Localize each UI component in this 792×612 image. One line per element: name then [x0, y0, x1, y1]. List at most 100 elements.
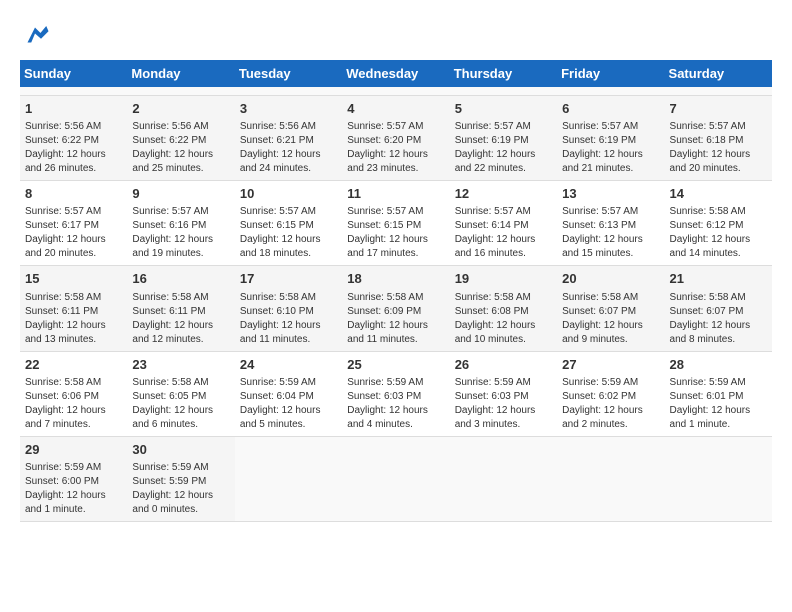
day-number: 27 [562, 356, 659, 374]
day-cell: 29 Sunrise: 5:59 AM Sunset: 6:00 PM Dayli… [20, 436, 127, 521]
day-number: 21 [670, 270, 767, 288]
day-cell [557, 436, 664, 521]
week-row-3: 8 Sunrise: 5:57 AM Sunset: 6:17 PM Daylig… [20, 181, 772, 266]
day-cell: 17Sunrise: 5:58 AM Sunset: 6:10 PM Dayli… [235, 266, 342, 351]
day-cell: 8 Sunrise: 5:57 AM Sunset: 6:17 PM Daylig… [20, 181, 127, 266]
day-cell: 2 Sunrise: 5:56 AM Sunset: 6:22 PM Daylig… [127, 96, 234, 181]
day-info: Sunrise: 5:57 AM Sunset: 6:18 PM Dayligh… [670, 120, 767, 176]
day-cell: 25Sunrise: 5:59 AM Sunset: 6:03 PM Dayli… [342, 351, 449, 436]
day-header-wednesday: Wednesday [342, 60, 449, 87]
day-cell [235, 87, 342, 96]
day-cell: 27 Sunrise: 5:59 AM Sunset: 6:02 PM Dayli… [557, 351, 664, 436]
day-number: 7 [670, 100, 767, 118]
week-row-2: 1 Sunrise: 5:56 AM Sunset: 6:22 PM Daylig… [20, 96, 772, 181]
day-number: 26 [455, 356, 552, 374]
day-cell [557, 87, 664, 96]
day-info: Sunrise: 5:58 AM Sunset: 6:11 PM Dayligh… [132, 291, 229, 347]
day-header-thursday: Thursday [450, 60, 557, 87]
day-number: 23 [132, 356, 229, 374]
day-header-saturday: Saturday [665, 60, 772, 87]
day-number: 15 [25, 270, 122, 288]
day-info: Sunrise: 5:59 AM Sunset: 6:02 PM Dayligh… [562, 376, 659, 432]
day-cell: 24Sunrise: 5:59 AM Sunset: 6:04 PM Dayli… [235, 351, 342, 436]
day-header-tuesday: Tuesday [235, 60, 342, 87]
day-cell: 15 Sunrise: 5:58 AM Sunset: 6:11 PM Dayli… [20, 266, 127, 351]
day-number: 8 [25, 185, 122, 203]
week-row-5: 22 Sunrise: 5:58 AM Sunset: 6:06 PM Dayli… [20, 351, 772, 436]
day-cell: 28 Sunrise: 5:59 AM Sunset: 6:01 PM Dayli… [665, 351, 772, 436]
day-number: 10 [240, 185, 337, 203]
day-info: Sunrise: 5:57 AM Sunset: 6:13 PM Dayligh… [562, 205, 659, 261]
logo-icon [20, 20, 50, 50]
day-info: Sunrise: 5:59 AM Sunset: 5:59 PM Dayligh… [132, 461, 229, 517]
day-header-sunday: Sunday [20, 60, 127, 87]
day-cell [127, 87, 234, 96]
day-info: Sunrise: 5:56 AM Sunset: 6:22 PM Dayligh… [132, 120, 229, 176]
day-cell [450, 87, 557, 96]
day-info: Sunrise: 5:59 AM Sunset: 6:03 PM Dayligh… [455, 376, 552, 432]
day-number: 18 [347, 270, 444, 288]
day-info: Sunrise: 5:58 AM Sunset: 6:06 PM Dayligh… [25, 376, 122, 432]
day-info: Sunrise: 5:57 AM Sunset: 6:15 PM Dayligh… [347, 205, 444, 261]
day-number: 20 [562, 270, 659, 288]
day-info: Sunrise: 5:58 AM Sunset: 6:08 PM Dayligh… [455, 291, 552, 347]
day-number: 19 [455, 270, 552, 288]
logo [20, 20, 54, 50]
day-info: Sunrise: 5:57 AM Sunset: 6:14 PM Dayligh… [455, 205, 552, 261]
day-info: Sunrise: 5:58 AM Sunset: 6:05 PM Dayligh… [132, 376, 229, 432]
week-row-1 [20, 87, 772, 96]
day-info: Sunrise: 5:58 AM Sunset: 6:11 PM Dayligh… [25, 291, 122, 347]
day-number: 25 [347, 356, 444, 374]
day-cell: 6 Sunrise: 5:57 AM Sunset: 6:19 PM Daylig… [557, 96, 664, 181]
day-number: 3 [240, 100, 337, 118]
day-cell [342, 436, 449, 521]
day-number: 1 [25, 100, 122, 118]
day-cell: 4 Sunrise: 5:57 AM Sunset: 6:20 PM Daylig… [342, 96, 449, 181]
day-cell [450, 436, 557, 521]
day-info: Sunrise: 5:57 AM Sunset: 6:19 PM Dayligh… [562, 120, 659, 176]
day-number: 30 [132, 441, 229, 459]
day-cell: 16 Sunrise: 5:58 AM Sunset: 6:11 PM Dayli… [127, 266, 234, 351]
day-cell: 1 Sunrise: 5:56 AM Sunset: 6:22 PM Daylig… [20, 96, 127, 181]
day-number: 12 [455, 185, 552, 203]
day-cell: 5Sunrise: 5:57 AM Sunset: 6:19 PM Daylig… [450, 96, 557, 181]
day-info: Sunrise: 5:57 AM Sunset: 6:16 PM Dayligh… [132, 205, 229, 261]
day-number: 17 [240, 270, 337, 288]
header [20, 20, 772, 50]
day-cell [665, 87, 772, 96]
day-header-friday: Friday [557, 60, 664, 87]
day-number: 11 [347, 185, 444, 203]
day-info: Sunrise: 5:59 AM Sunset: 6:01 PM Dayligh… [670, 376, 767, 432]
day-info: Sunrise: 5:57 AM Sunset: 6:15 PM Dayligh… [240, 205, 337, 261]
day-cell: 14Sunrise: 5:58 AM Sunset: 6:12 PM Dayli… [665, 181, 772, 266]
day-number: 28 [670, 356, 767, 374]
day-number: 13 [562, 185, 659, 203]
day-number: 6 [562, 100, 659, 118]
day-cell: 30 Sunrise: 5:59 AM Sunset: 5:59 PM Dayli… [127, 436, 234, 521]
day-header-monday: Monday [127, 60, 234, 87]
day-cell: 19 Sunrise: 5:58 AM Sunset: 6:08 PM Dayli… [450, 266, 557, 351]
day-cell: 7 Sunrise: 5:57 AM Sunset: 6:18 PM Daylig… [665, 96, 772, 181]
day-number: 16 [132, 270, 229, 288]
day-cell [342, 87, 449, 96]
day-info: Sunrise: 5:59 AM Sunset: 6:00 PM Dayligh… [25, 461, 122, 517]
week-row-4: 15 Sunrise: 5:58 AM Sunset: 6:11 PM Dayli… [20, 266, 772, 351]
day-info: Sunrise: 5:57 AM Sunset: 6:19 PM Dayligh… [455, 120, 552, 176]
calendar-table: SundayMondayTuesdayWednesdayThursdayFrid… [20, 60, 772, 522]
day-info: Sunrise: 5:58 AM Sunset: 6:12 PM Dayligh… [670, 205, 767, 261]
day-info: Sunrise: 5:58 AM Sunset: 6:09 PM Dayligh… [347, 291, 444, 347]
day-cell: 22 Sunrise: 5:58 AM Sunset: 6:06 PM Dayli… [20, 351, 127, 436]
day-cell: 23 Sunrise: 5:58 AM Sunset: 6:05 PM Dayli… [127, 351, 234, 436]
day-info: Sunrise: 5:57 AM Sunset: 6:20 PM Dayligh… [347, 120, 444, 176]
day-number: 2 [132, 100, 229, 118]
day-info: Sunrise: 5:56 AM Sunset: 6:22 PM Dayligh… [25, 120, 122, 176]
day-cell [665, 436, 772, 521]
day-cell: 3Sunrise: 5:56 AM Sunset: 6:21 PM Daylig… [235, 96, 342, 181]
day-number: 24 [240, 356, 337, 374]
day-number: 22 [25, 356, 122, 374]
day-cell: 18 Sunrise: 5:58 AM Sunset: 6:09 PM Dayli… [342, 266, 449, 351]
day-number: 4 [347, 100, 444, 118]
day-number: 29 [25, 441, 122, 459]
header-row: SundayMondayTuesdayWednesdayThursdayFrid… [20, 60, 772, 87]
day-info: Sunrise: 5:57 AM Sunset: 6:17 PM Dayligh… [25, 205, 122, 261]
